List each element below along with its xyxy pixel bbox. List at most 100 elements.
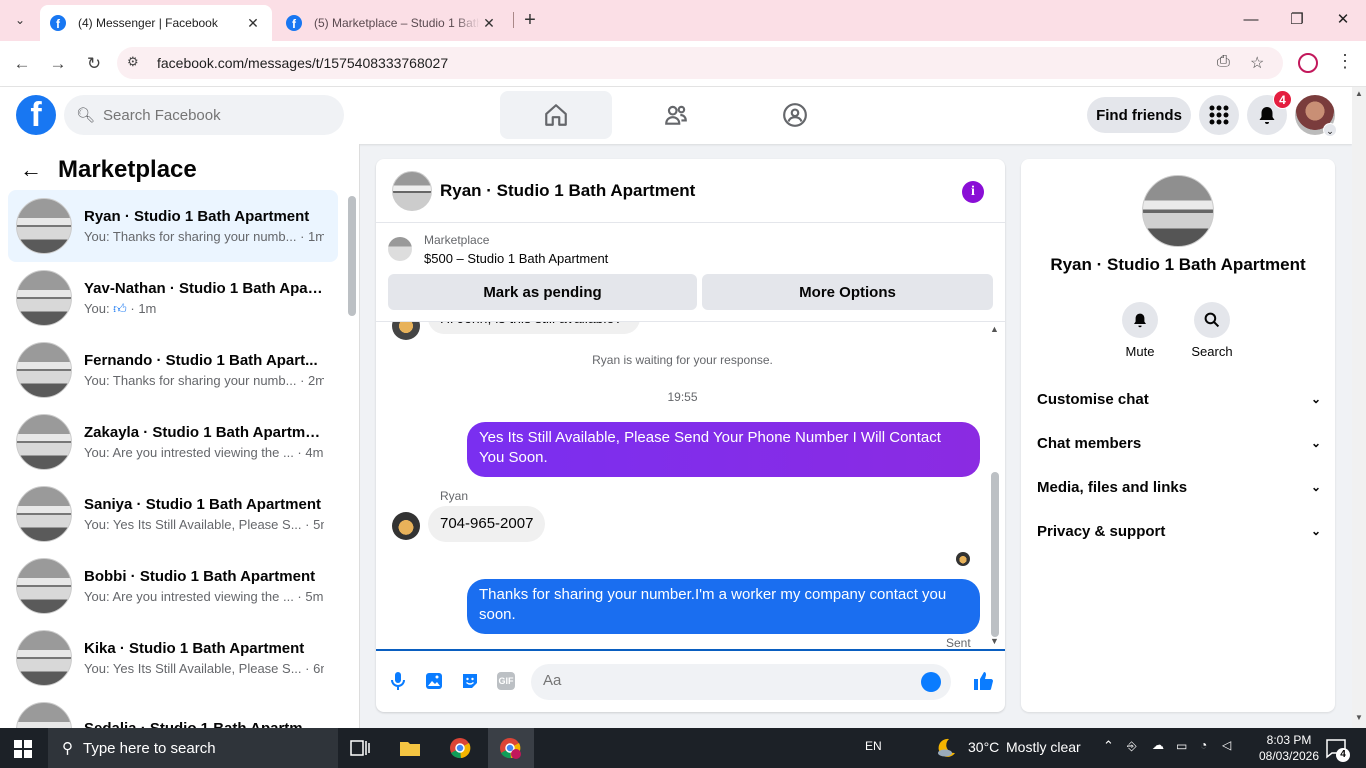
media-files-section[interactable]: Media, files and links ⌄ <box>1037 469 1321 505</box>
sender-avatar[interactable] <box>392 512 420 540</box>
url-text[interactable]: facebook.com/messages/t/1575408333768027 <box>157 55 448 71</box>
omnibox[interactable]: ⚙ facebook.com/messages/t/15754083337680… <box>117 47 1283 79</box>
facebook-search-input[interactable] <box>103 106 324 124</box>
tab-title: (4) Messenger | Facebook <box>78 16 218 30</box>
new-tab-button[interactable]: + <box>518 9 542 33</box>
conversation-item[interactable]: Ryan · Studio 1 Bath Apartment You: Thank… <box>8 190 338 262</box>
tab-search-dropdown[interactable]: ⌄ <box>8 8 32 32</box>
weather-desc[interactable]: Mostly clear <box>1006 739 1081 755</box>
message-input-wrapper[interactable] <box>531 664 951 700</box>
back-button[interactable]: ← <box>9 51 35 77</box>
scroll-up-icon[interactable]: ▲ <box>990 324 999 334</box>
back-arrow-icon[interactable]: ← <box>20 157 42 183</box>
friends-tab[interactable] <box>620 91 732 139</box>
restore-button[interactable]: ❐ <box>1285 8 1309 32</box>
find-friends-button[interactable]: Find friends <box>1087 97 1191 133</box>
like-thumbs-up-icon[interactable] <box>972 670 994 692</box>
facebook-logo-icon[interactable]: f <box>16 95 56 135</box>
conversation-list-scrollbar[interactable] <box>345 196 357 720</box>
chat-title[interactable]: Ryan · Studio 1 Bath Apartment <box>440 181 695 201</box>
close-window-button[interactable]: ✕ <box>1331 8 1355 32</box>
minimize-button[interactable]: — <box>1239 8 1263 32</box>
close-tab-icon[interactable]: ✕ <box>244 15 262 32</box>
close-tab-icon[interactable]: ✕ <box>480 15 498 32</box>
message-scrollbar[interactable]: ▲ ▼ <box>988 324 1002 648</box>
task-view-icon[interactable] <box>348 736 372 760</box>
account-avatar[interactable]: ⌄ <box>1295 95 1337 137</box>
site-info-icon[interactable]: ⚙ <box>127 54 139 70</box>
wifi-icon[interactable]: ◔ <box>1200 738 1207 752</box>
forward-button[interactable]: → <box>45 51 71 77</box>
microphone-icon[interactable] <box>387 670 409 692</box>
conversation-item[interactable]: Saniya · Studio 1 Bath Apartment You: Yes… <box>8 478 338 550</box>
tab-marketplace[interactable]: f (5) Marketplace – Studio 1 Bath ✕ <box>276 5 508 41</box>
chrome-profile-icon[interactable] <box>498 736 522 760</box>
menu-button[interactable] <box>1199 95 1239 135</box>
conversation-details: Ryan · Studio 1 Bath Apartment Mute Sear… <box>1021 159 1335 712</box>
emoji-icon[interactable] <box>921 672 941 692</box>
chat-members-section[interactable]: Chat members ⌄ <box>1037 425 1321 461</box>
scrollbar-thumb[interactable] <box>348 196 356 316</box>
chrome-icon[interactable] <box>448 736 472 760</box>
install-app-icon[interactable]: ⎙ <box>1217 53 1230 71</box>
conversation-item[interactable]: Fernando · Studio 1 Bath Apart... You: Th… <box>8 334 338 406</box>
battery-icon[interactable]: ▭ <box>1176 739 1187 753</box>
marketplace-sidebar: ← Marketplace Ryan · Studio 1 Bath Apart… <box>0 144 360 758</box>
groups-tab[interactable] <box>739 91 851 139</box>
scroll-down-icon[interactable]: ▼ <box>1355 713 1363 722</box>
photo-icon[interactable] <box>423 670 445 692</box>
reload-button[interactable]: ↻ <box>81 51 107 77</box>
marketplace-title: Marketplace <box>58 156 197 183</box>
gif-icon[interactable]: GIF <box>495 670 517 692</box>
search-conversation-button[interactable]: Search <box>1182 302 1242 359</box>
mark-pending-button[interactable]: Mark as pending <box>388 274 697 310</box>
more-options-button[interactable]: More Options <box>702 274 993 310</box>
groups-icon <box>783 103 807 127</box>
tab-messenger[interactable]: f (4) Messenger | Facebook ✕ <box>40 5 272 41</box>
tray-expand-icon[interactable]: ⌃ <box>1103 738 1114 754</box>
page-scrollbar[interactable]: ▲ ▼ <box>1352 87 1366 728</box>
sticker-icon[interactable] <box>459 670 481 692</box>
chat-header: Ryan · Studio 1 Bath Apartment i <box>376 159 1005 223</box>
chat-avatar[interactable] <box>392 170 432 211</box>
customise-chat-section[interactable]: Customise chat ⌄ <box>1037 381 1321 417</box>
volume-icon[interactable]: ◁ <box>1222 738 1231 752</box>
conversation-snippet: You: Yes Its Still Available, Please S..… <box>84 661 324 676</box>
scrollbar-thumb[interactable] <box>991 472 999 637</box>
incoming-message: 704-965-2007 <box>428 506 546 542</box>
grid-menu-icon <box>1209 105 1229 125</box>
conversation-item[interactable]: Zakayla · Studio 1 Bath Apartment You: Ar… <box>8 406 338 478</box>
scroll-up-icon[interactable]: ▲ <box>1355 89 1363 98</box>
file-explorer-icon[interactable] <box>398 736 422 760</box>
bookmark-star-icon[interactable]: ☆ <box>1250 53 1264 73</box>
conversation-item[interactable]: Yav-Nathan · Studio 1 Bath Apar... You: 👍… <box>8 262 338 334</box>
search-icon: 🔍︎ <box>76 107 96 124</box>
conversation-name: Zakayla · Studio 1 Bath Apartment <box>84 424 324 441</box>
listing-label: Marketplace <box>424 233 490 247</box>
chevron-down-icon: ⌄ <box>1323 123 1337 137</box>
browser-menu-icon[interactable]: ⋮ <box>1336 51 1354 72</box>
taskbar-search[interactable]: ⚲ Type here to search <box>48 728 338 768</box>
message-input[interactable] <box>543 672 903 689</box>
onedrive-icon[interactable]: ☁ <box>1152 738 1164 752</box>
facebook-search[interactable]: 🔍︎ <box>64 95 344 135</box>
privacy-support-section[interactable]: Privacy & support ⌄ <box>1037 513 1321 549</box>
chevron-down-icon: ⌄ <box>1310 480 1321 494</box>
scroll-down-icon[interactable]: ▼ <box>990 636 999 646</box>
details-name: Ryan · Studio 1 Bath Apartment <box>1050 255 1306 274</box>
browser-profile-icon[interactable] <box>1298 53 1318 73</box>
system-clock[interactable]: 8:03 PM 08/03/2026 <box>1256 732 1322 764</box>
weather-temp[interactable]: 30°C <box>968 739 999 755</box>
windows-start-icon[interactable] <box>14 740 32 758</box>
home-tab[interactable] <box>500 91 612 139</box>
info-icon[interactable]: i <box>962 181 984 203</box>
listing-avatar[interactable] <box>1142 175 1214 247</box>
conversation-snippet: You: Thanks for sharing your numb... · 1… <box>84 229 324 244</box>
conversation-item[interactable]: Bobbi · Studio 1 Bath Apartment You: Are … <box>8 550 338 622</box>
meet-icon[interactable]: ⎆ <box>1127 739 1137 754</box>
snippet-prefix: You: <box>84 300 114 316</box>
language-indicator[interactable]: EN <box>865 739 882 753</box>
mute-button[interactable]: Mute <box>1110 302 1170 359</box>
conversation-item[interactable]: Kika · Studio 1 Bath Apartment You: Yes I… <box>8 622 338 694</box>
weather-moon-icon[interactable] <box>934 736 958 760</box>
